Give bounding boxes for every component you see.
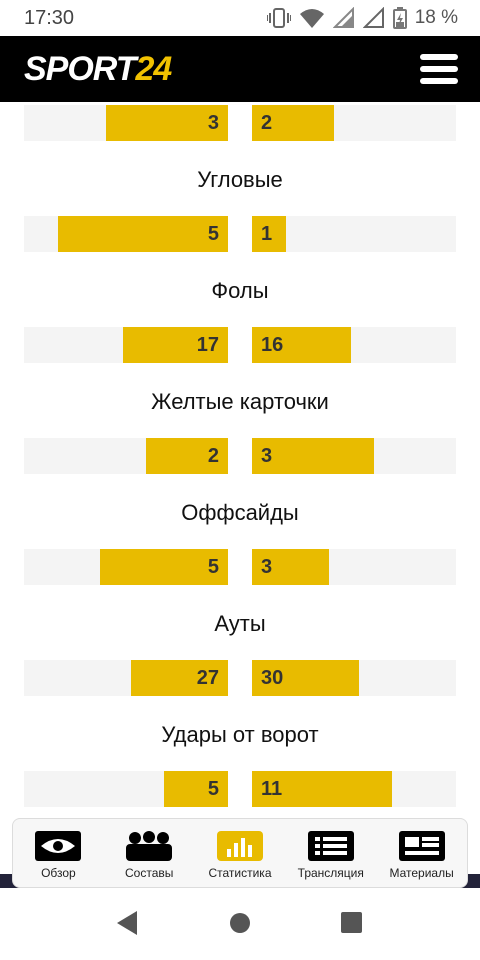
articles-icon: [398, 831, 445, 861]
system-nav-bar: [0, 888, 480, 960]
away-track: 3: [252, 549, 456, 585]
status-bar: 17:30 18 %: [0, 0, 480, 36]
signal-empty-icon: [362, 7, 384, 28]
stat-row: 23: [24, 438, 456, 474]
tab-broadcast[interactable]: Трансляция: [285, 819, 376, 887]
stats-list: 3 2 Угловые 5 1 Фолы 17 16 Желтые карточки 2 3 Оффс…: [0, 102, 480, 808]
home-track: 3: [24, 105, 228, 141]
battery-charging-icon: [392, 7, 407, 29]
wifi-icon: [299, 9, 324, 28]
stat-title: Угловые: [197, 167, 283, 192]
stat-row: 5 11: [24, 771, 456, 807]
tab-stats[interactable]: Статистика: [195, 819, 286, 887]
home-value: 5: [207, 223, 219, 245]
away-track: 30: [252, 660, 456, 696]
eye-icon: [35, 831, 82, 861]
tab-overview[interactable]: Обзор: [13, 819, 104, 887]
away-track: 16: [252, 327, 456, 363]
home-track: 17: [24, 327, 228, 363]
away-value: 16: [261, 334, 284, 356]
tab-label: Материалы: [389, 866, 454, 880]
tab-label: Обзор: [41, 866, 76, 880]
team-icon: [126, 831, 173, 861]
stat-row: 17 16: [24, 327, 456, 363]
home-bar: [58, 216, 228, 252]
away-value: 3: [261, 556, 273, 578]
away-value: 30: [261, 667, 284, 689]
away-track: 1: [252, 216, 456, 252]
stat-title: Оффсайды: [181, 500, 299, 525]
away-track: 11: [252, 771, 456, 807]
back-icon[interactable]: [115, 910, 139, 936]
logo-text-24: 24: [135, 50, 173, 88]
stat-title: Желтые карточки: [151, 389, 329, 414]
recents-icon[interactable]: [340, 910, 362, 936]
home-value: 2: [207, 445, 219, 467]
list-icon: [307, 831, 354, 861]
logo-text-sport: SPORT: [24, 50, 137, 88]
away-value: 3: [261, 445, 273, 467]
home-value: 5: [207, 556, 219, 578]
away-value: 1: [261, 223, 273, 245]
home-track: 5: [24, 216, 228, 252]
stat-row: 32: [24, 105, 456, 141]
vibrate-icon: [266, 8, 291, 28]
home-value: 5: [207, 778, 219, 800]
away-value: 2: [261, 112, 273, 134]
home-icon[interactable]: [229, 910, 251, 936]
home-track: 5: [24, 771, 228, 807]
away-track: 3: [252, 438, 456, 474]
sport24-logo[interactable]: SPORT24: [24, 50, 173, 88]
stat-row: 53: [24, 549, 456, 585]
home-value: 27: [196, 667, 219, 689]
stat-row: 51: [24, 216, 456, 252]
home-track: 5: [24, 549, 228, 585]
status-icons: 18 %: [266, 6, 458, 30]
tab-label: Составы: [125, 866, 174, 880]
match-tab-bar: Обзор Составы Статистика Трансляция Мате…: [12, 818, 468, 888]
home-value: 3: [207, 112, 219, 134]
tab-materials[interactable]: Материалы: [376, 819, 467, 887]
stats-icon: [216, 831, 263, 861]
home-track: 2: [24, 438, 228, 474]
stat-title: Фолы: [211, 278, 269, 303]
battery-percent: 18 %: [414, 7, 458, 28]
menu-button[interactable]: [420, 54, 458, 84]
away-value: 11: [261, 778, 283, 800]
status-time: 17:30: [24, 7, 75, 29]
signal-icon: [332, 7, 354, 28]
away-track: 2: [252, 105, 456, 141]
home-track: 27: [24, 660, 228, 696]
tab-label: Статистика: [208, 866, 272, 880]
app-header: SPORT24: [0, 36, 480, 102]
tab-label: Трансляция: [297, 866, 364, 880]
hamburger-icon: [420, 54, 458, 60]
stat-title: Ауты: [214, 611, 266, 636]
stat-title: Удары от ворот: [161, 722, 319, 747]
tab-lineups[interactable]: Составы: [104, 819, 195, 887]
home-value: 17: [196, 334, 219, 356]
stat-row: 27 30: [24, 660, 456, 696]
